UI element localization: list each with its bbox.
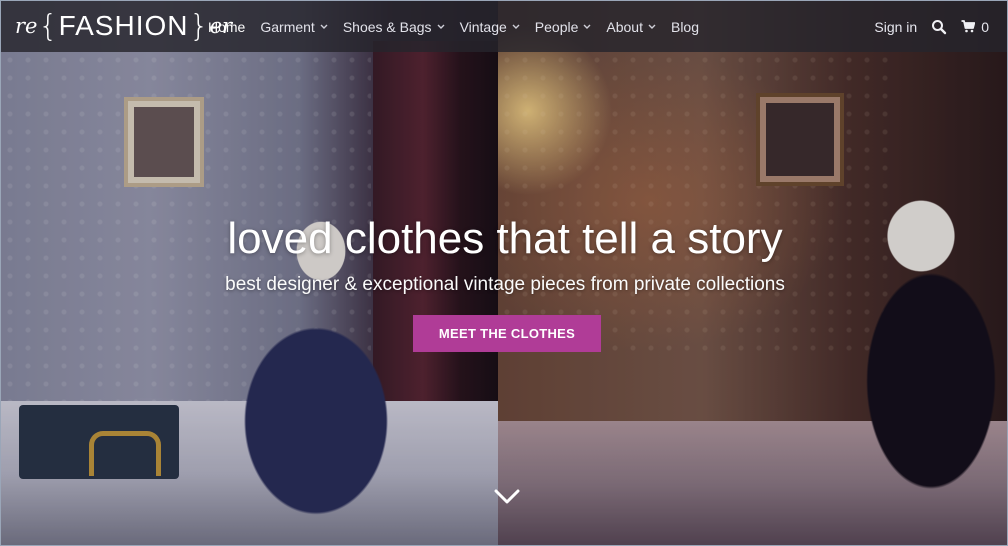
cart-button[interactable]: 0: [961, 19, 989, 35]
top-navbar: re { FASHION } er Home Garment Shoes & B…: [1, 1, 1007, 52]
hero-subheadline: best designer & exceptional vintage piec…: [225, 274, 785, 295]
hero-headline: loved clothes that tell a story: [227, 214, 783, 263]
chevron-down-icon: [437, 24, 445, 29]
site-logo[interactable]: re { FASHION } er: [15, 8, 232, 44]
nav-item-label: People: [534, 18, 579, 35]
hero-overlay: [1, 1, 1007, 545]
chevron-down-icon: [583, 24, 591, 29]
user-nav: Sign in 0: [874, 1, 989, 52]
logo-prefix: re: [15, 14, 38, 38]
main-menu: Home Garment Shoes & Bags Vintage People…: [208, 1, 714, 52]
logo-open-brace: {: [38, 8, 58, 44]
nav-item-label: Home: [208, 18, 246, 35]
meet-the-clothes-button[interactable]: MEET THE CLOTHES: [413, 315, 601, 352]
nav-item-blog[interactable]: Blog: [671, 19, 699, 35]
logo-close-brace: }: [189, 8, 209, 44]
nav-item-label: Shoes & Bags: [342, 18, 432, 35]
chevron-down-icon: [320, 24, 328, 29]
hero-background-image: [1, 1, 1007, 545]
nav-item-label: Garment: [260, 18, 315, 35]
nav-item-home[interactable]: Home: [208, 19, 245, 35]
browser-viewport: re { FASHION } er Home Garment Shoes & B…: [0, 0, 1008, 546]
nav-item-shoes-bags[interactable]: Shoes & Bags: [343, 19, 445, 35]
chevron-down-icon: [512, 24, 520, 29]
chevron-down-icon[interactable]: [494, 487, 520, 507]
nav-item-people[interactable]: People: [535, 19, 592, 35]
cart-icon: [961, 20, 976, 33]
cart-count: 0: [981, 18, 989, 35]
search-icon[interactable]: [931, 19, 947, 35]
nav-item-about[interactable]: About: [606, 19, 656, 35]
chevron-down-icon: [648, 24, 656, 29]
nav-item-label: Blog: [670, 18, 700, 35]
sign-in-link[interactable]: Sign in: [874, 19, 917, 35]
logo-main: FASHION: [58, 10, 189, 41]
nav-item-label: About: [606, 18, 643, 35]
nav-item-garment[interactable]: Garment: [260, 18, 328, 35]
nav-item-vintage[interactable]: Vintage: [460, 19, 520, 35]
nav-item-label: Vintage: [459, 18, 507, 35]
